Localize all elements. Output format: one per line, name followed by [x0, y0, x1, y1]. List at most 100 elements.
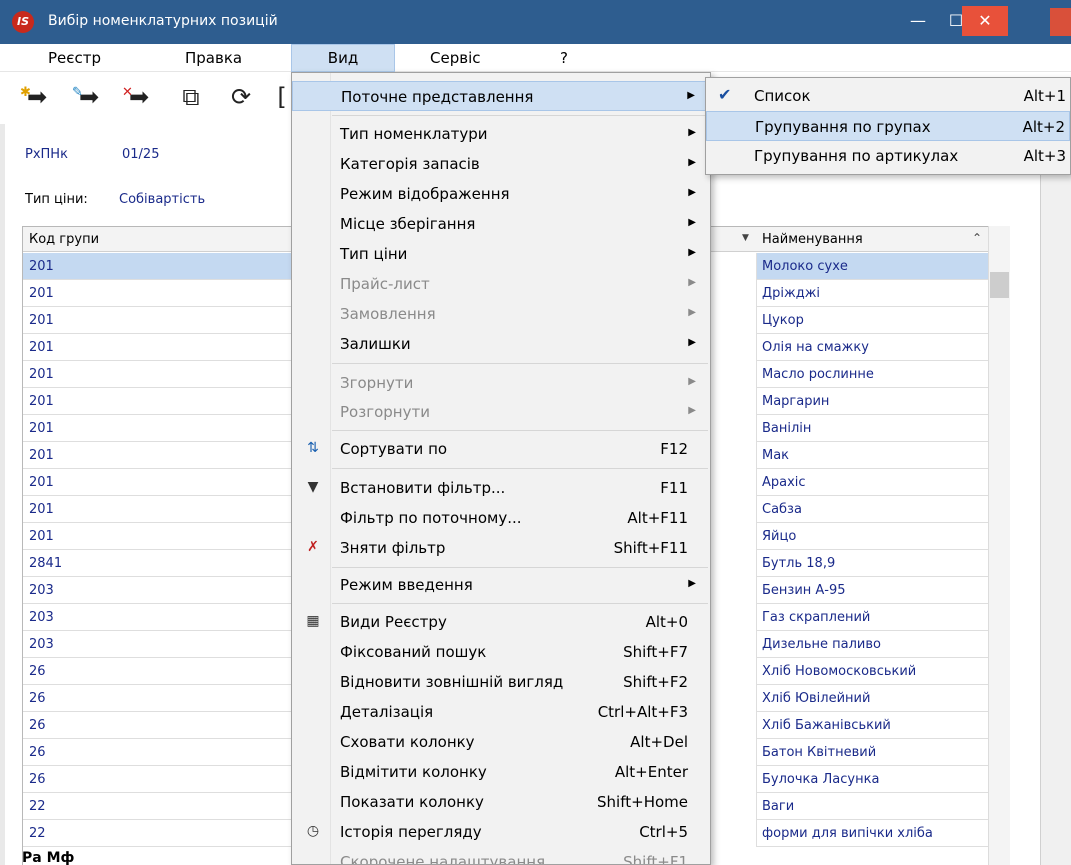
menu-item-price-type[interactable]: Тип ціни ▶ [292, 239, 710, 269]
copy-icon[interactable]: ⧉ [178, 82, 204, 112]
table-row[interactable]: 201 [23, 334, 291, 361]
menu-item-hide-column[interactable]: Сховати колонку Alt+Del [292, 727, 710, 757]
menu-item-sort-by[interactable]: ⇅ Сортувати по F12 [292, 434, 710, 464]
table-row[interactable]: 26 [23, 739, 291, 766]
toolbar-partial-icon[interactable]: [ [274, 82, 290, 112]
table-row[interactable]: 201 [23, 442, 291, 469]
menu-item-nomenclature-type[interactable]: Тип номенклатури ▶ [292, 119, 710, 149]
vertical-scrollbar[interactable] [988, 226, 1010, 865]
menu-item-price-list[interactable]: Прайс-лист ▶ [292, 269, 710, 299]
edit-item-icon[interactable]: ✎ ➡ [72, 82, 102, 112]
table-row[interactable]: 22 [23, 793, 291, 820]
close-icon[interactable]: ✕ [962, 6, 1008, 36]
menu-item-filter-by-current[interactable]: Фільтр по поточному... Alt+F11 [292, 503, 710, 533]
minimize-icon[interactable]: — [898, 6, 938, 36]
menu-item-storage-place[interactable]: Місце зберігання ▶ [292, 209, 710, 239]
menu-item-restore-appearance[interactable]: Відновити зовнішній вигляд Shift+F2 [292, 667, 710, 697]
column-header-group-code[interactable]: Код групи [23, 226, 291, 252]
sort-down-icon[interactable]: ▼ [742, 233, 749, 243]
table-row[interactable]: 26 [23, 712, 291, 739]
table-row[interactable]: Ванілін [710, 415, 988, 442]
table-row[interactable]: 201 [23, 280, 291, 307]
menu-service[interactable]: Сервіс [430, 49, 480, 69]
menu-item-orders[interactable]: Замовлення ▶ [292, 299, 710, 329]
grid-icon: ▦ [306, 613, 320, 629]
table-row[interactable]: 203 [23, 604, 291, 631]
table-row[interactable]: 201 [23, 253, 291, 280]
menu-item-quick-settings[interactable]: Скорочене налаштування Shift+F1 [292, 847, 710, 864]
table-row[interactable]: 26 [23, 658, 291, 685]
table-row[interactable]: Масло рослинне [710, 361, 988, 388]
table-row[interactable]: Газ скраплений [710, 604, 988, 631]
table-row[interactable]: Арахіс [710, 469, 988, 496]
table-row[interactable]: Мак [710, 442, 988, 469]
table-row[interactable]: Маргарин [710, 388, 988, 415]
menu-item-fixed-search[interactable]: Фіксований пошук Shift+F7 [292, 637, 710, 667]
background-window-edge [1050, 8, 1071, 36]
submenu-item-list[interactable]: ✔ Список Alt+1 [706, 81, 1070, 111]
price-type-value[interactable]: Собівартість [119, 192, 205, 207]
menu-item-view-history[interactable]: ◷ Історія перегляду Ctrl+5 [292, 817, 710, 847]
table-row[interactable]: Яйцо [710, 523, 988, 550]
submenu-item-group-by-groups[interactable]: Групування по групах Alt+2 [706, 111, 1070, 141]
menu-registry[interactable]: Реєстр [48, 49, 101, 69]
menu-item-remove-filter[interactable]: ✗ Зняти фільтр Shift+F11 [292, 533, 710, 563]
table-row[interactable]: 201 [23, 415, 291, 442]
table-row[interactable]: 201 [23, 388, 291, 415]
scrollbar-thumb[interactable] [990, 272, 1009, 298]
table-row[interactable]: 201 [23, 496, 291, 523]
table-row[interactable]: Хліб Ювілейний [710, 685, 988, 712]
group-code-grid: Код групи 201 201 201 201 201 201 201 20… [22, 226, 291, 865]
table-row[interactable]: 2841 [23, 550, 291, 577]
table-row[interactable]: 203 [23, 577, 291, 604]
table-row[interactable]: Хліб Новомосковський [710, 658, 988, 685]
table-row[interactable]: Дизельне паливо [710, 631, 988, 658]
menu-item-balances[interactable]: Залишки ▶ [292, 329, 710, 359]
menu-help[interactable]: ? [560, 49, 568, 69]
refresh-icon[interactable]: ⟳ [228, 82, 254, 112]
table-row[interactable]: 22 [23, 820, 291, 847]
table-row[interactable]: 203 [23, 631, 291, 658]
menu-bar: Реєстр Правка Вид Сервіс ? [0, 44, 1071, 72]
table-row[interactable]: 201 [23, 361, 291, 388]
menu-view[interactable]: Вид [291, 44, 395, 72]
window-title: Вибір номенклатурних позицій [48, 13, 278, 29]
scroll-up-icon[interactable]: ⌃ [972, 231, 982, 245]
table-row[interactable]: Булочка Ласунка [710, 766, 988, 793]
table-row[interactable]: Сабза [710, 496, 988, 523]
menu-item-show-column[interactable]: Показати колонку Shift+Home [292, 787, 710, 817]
menu-item-mark-column[interactable]: Відмітити колонку Alt+Enter [292, 757, 710, 787]
menu-item-collapse[interactable]: Згорнути ▶ [292, 368, 710, 398]
column-header-name[interactable]: ▼ Найменування ⌃ [710, 226, 988, 252]
menu-item-registry-views[interactable]: ▦ Види Реєстру Alt+0 [292, 607, 710, 637]
table-row[interactable]: Батон Квітневий [710, 739, 988, 766]
menu-item-expand[interactable]: Розгорнути ▶ [292, 397, 710, 427]
menu-item-details[interactable]: Деталізація Ctrl+Alt+F3 [292, 697, 710, 727]
table-row[interactable]: 201 [23, 307, 291, 334]
table-row[interactable]: Бутль 18,9 [710, 550, 988, 577]
delete-item-icon[interactable]: ✕ ➡ [122, 82, 152, 112]
table-row[interactable]: Цукор [710, 307, 988, 334]
menu-item-set-filter[interactable]: ▼ Встановити фільтр... F11 [292, 473, 710, 503]
submenu-arrow-icon: ▶ [688, 217, 696, 228]
table-row[interactable]: форми для випічки хліба [710, 820, 988, 847]
submenu-item-group-by-articles[interactable]: Групування по артикулах Alt+3 [706, 141, 1070, 171]
menu-item-display-mode[interactable]: Режим відображення ▶ [292, 179, 710, 209]
toolbar: ✱ ➡ ✎ ➡ ✕ ➡ ⧉ ⟳ [ [0, 72, 300, 124]
submenu-arrow-icon: ▶ [687, 90, 695, 101]
new-item-icon[interactable]: ✱ ➡ [20, 82, 50, 112]
table-row[interactable]: Хліб Бажанівський [710, 712, 988, 739]
table-row[interactable]: 201 [23, 469, 291, 496]
table-row[interactable]: Молоко сухе [710, 253, 988, 280]
table-row[interactable]: Олія на смажку [710, 334, 988, 361]
menu-item-input-mode[interactable]: Режим введення ▶ [292, 570, 710, 600]
menu-item-current-view[interactable]: Поточне представлення ▶ [292, 81, 710, 111]
table-row[interactable]: 201 [23, 523, 291, 550]
menu-edit[interactable]: Правка [185, 49, 242, 69]
table-row[interactable]: Дріжджі [710, 280, 988, 307]
table-row[interactable]: 26 [23, 685, 291, 712]
menu-item-stock-category[interactable]: Категорія запасів ▶ [292, 149, 710, 179]
table-row[interactable]: Бензин А-95 [710, 577, 988, 604]
table-row[interactable]: Ваги [710, 793, 988, 820]
table-row[interactable]: 26 [23, 766, 291, 793]
